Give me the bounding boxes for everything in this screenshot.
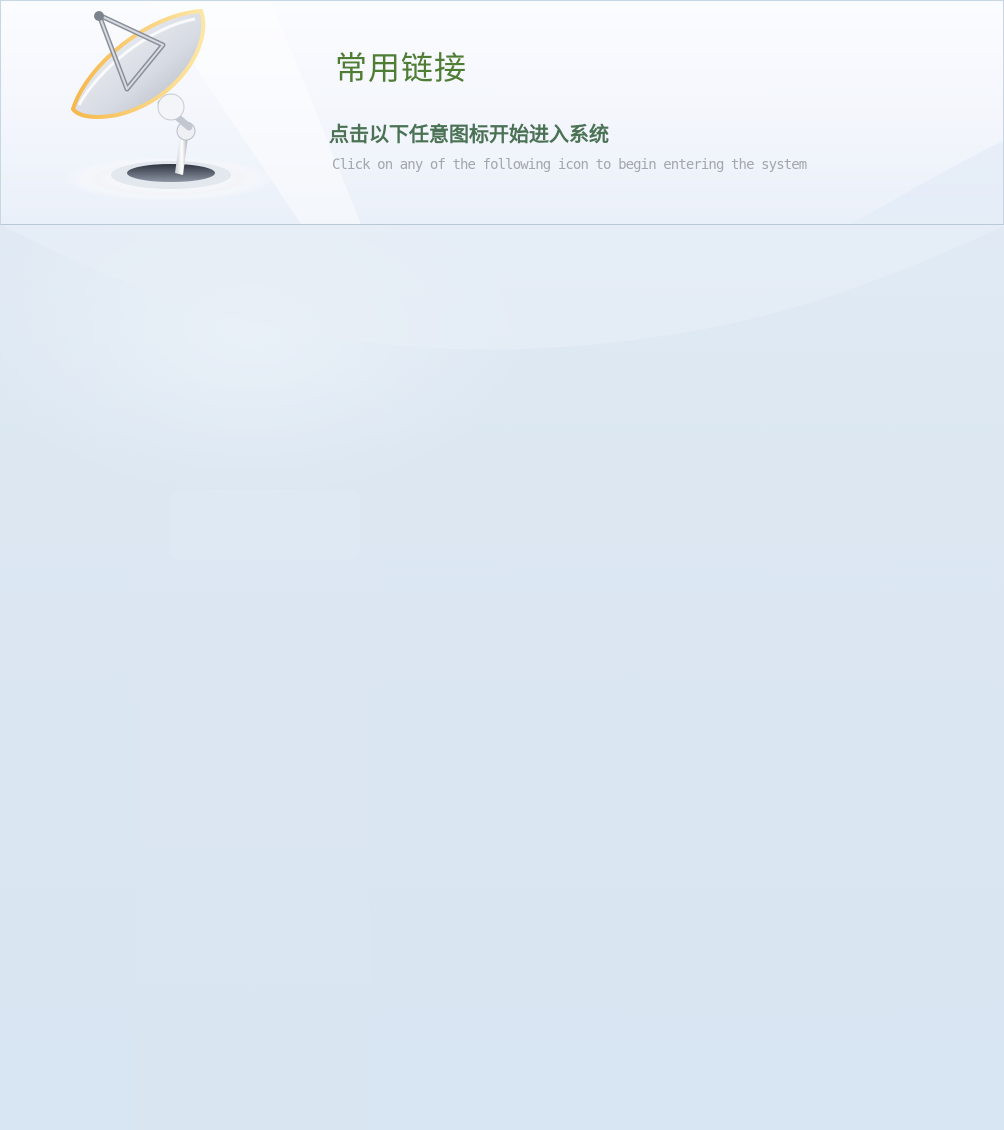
page-header: 常用链接 点击以下任意图标开始进入系统 Click on any of the … xyxy=(0,0,1004,225)
page-title: 常用链接 xyxy=(335,49,468,87)
satellite-dish-icon xyxy=(65,8,273,201)
instruction-text-cn: 点击以下任意图标开始进入系统 xyxy=(329,122,609,146)
instruction-text-en: Click on any of the following icon to be… xyxy=(332,157,807,173)
